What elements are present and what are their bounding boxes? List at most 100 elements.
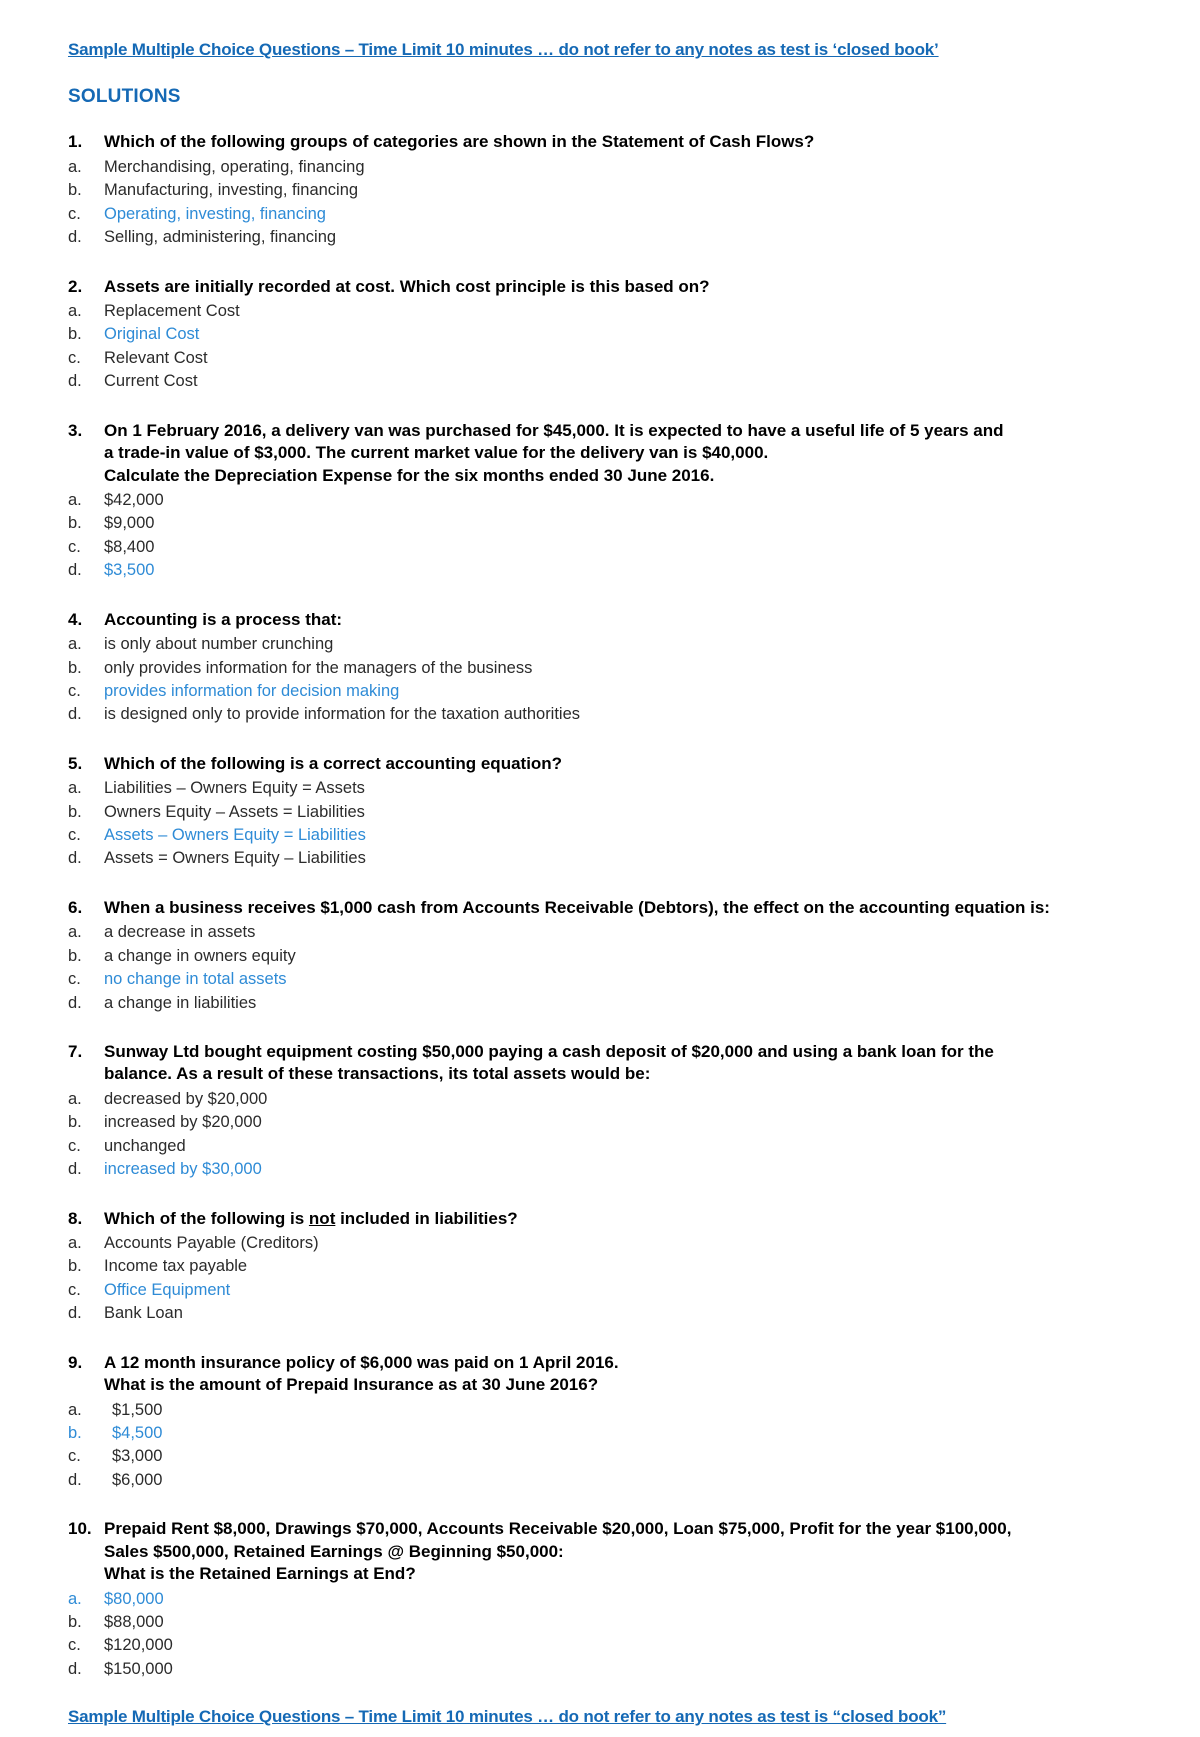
option-item[interactable]: c. unchanged: [68, 1135, 1140, 1158]
question-block: 1. Which of the following groups of categ…: [68, 131, 1140, 249]
option-correct-answer[interactable]: d. increased by $30,000: [68, 1158, 1140, 1181]
option-item[interactable]: d. is designed only to provide informatio…: [68, 703, 1140, 726]
option-item[interactable]: c. Relevant Cost: [68, 347, 1140, 370]
question-stem-line: Assets are initially recorded at cost. W…: [104, 276, 710, 296]
option-list: a. Accounts Payable (Creditors) b. Income t…: [68, 1232, 1140, 1326]
option-item[interactable]: a. is only about number crunching: [68, 633, 1140, 656]
option-item[interactable]: b. Manufacturing, investing, financing: [68, 179, 1140, 202]
option-item[interactable]: b. a change in owners equity: [68, 945, 1140, 968]
option-letter: b.: [68, 325, 82, 344]
option-letter: a.: [68, 1234, 82, 1253]
option-item[interactable]: a. decreased by $20,000: [68, 1088, 1140, 1111]
option-item[interactable]: b. $88,000: [68, 1611, 1140, 1634]
option-item[interactable]: a. Accounts Payable (Creditors): [68, 1232, 1140, 1255]
option-text: Current Cost: [104, 372, 198, 391]
option-letter: c.: [68, 681, 81, 700]
option-letter: c.: [68, 204, 81, 223]
option-item[interactable]: d. $6,000: [68, 1469, 1140, 1492]
question-stem-line: Which of the following is not included i…: [104, 1208, 1140, 1230]
option-correct-answer[interactable]: c. no change in total assets: [68, 968, 1140, 991]
option-item[interactable]: b. only provides information for the mana…: [68, 657, 1140, 680]
option-correct-answer[interactable]: c. Operating, investing, financing: [68, 203, 1140, 226]
option-text: only provides information for the manage…: [104, 658, 533, 677]
option-item[interactable]: d. Current Cost: [68, 370, 1140, 393]
option-text: a change in owners equity: [104, 946, 296, 965]
option-text: $6,000: [112, 1470, 163, 1489]
option-text: Owners Equity – Assets = Liabilities: [104, 802, 365, 821]
option-letter: b.: [68, 514, 82, 533]
option-item[interactable]: b. $9,000: [68, 512, 1140, 535]
option-correct-answer[interactable]: a. $80,000: [68, 1588, 1140, 1611]
option-item[interactable]: c. $120,000: [68, 1634, 1140, 1657]
option-letter: b.: [68, 1113, 82, 1132]
option-letter: c.: [68, 970, 81, 989]
option-text: Office Equipment: [104, 1280, 231, 1299]
question-stem-line: Which of the following is a correct acco…: [104, 753, 563, 773]
option-correct-answer[interactable]: c. Office Equipment: [68, 1279, 1140, 1302]
option-letter: d.: [68, 993, 82, 1012]
option-letter: b.: [68, 802, 82, 821]
option-correct-answer[interactable]: c. Assets – Owners Equity = Liabilities: [68, 824, 1140, 847]
option-text: Income tax payable: [104, 1257, 248, 1276]
question-stem-line: Calculate the Depreciation Expense for t…: [104, 465, 715, 485]
option-text: $42,000: [104, 490, 164, 509]
option-letter: d.: [68, 1160, 82, 1179]
option-text: $3,000: [112, 1447, 163, 1466]
option-item[interactable]: d. Bank Loan: [68, 1302, 1140, 1325]
option-letter: c.: [68, 1136, 81, 1155]
question-stem: 1. Which of the following groups of categ…: [68, 131, 1140, 153]
option-text: a change in liabilities: [104, 993, 257, 1012]
option-item[interactable]: a. $42,000: [68, 489, 1140, 512]
question-block: 2. Assets are initially recorded at cost.…: [68, 276, 1140, 394]
option-letter: d.: [68, 1470, 82, 1489]
option-letter: a.: [68, 1400, 82, 1419]
option-item[interactable]: d. Selling, administering, financing: [68, 226, 1140, 249]
option-item[interactable]: a. Merchandising, operating, financing: [68, 156, 1140, 179]
option-item[interactable]: a. a decrease in assets: [68, 921, 1140, 944]
question-stem-line: Sales $500,000, Retained Earnings @ Begi…: [104, 1541, 564, 1561]
option-letter: b.: [68, 658, 82, 677]
option-letter: a.: [68, 301, 82, 320]
option-text: increased by $20,000: [104, 1113, 262, 1132]
question-stem-line: A 12 month insurance policy of $6,000 wa…: [104, 1352, 619, 1372]
question-block: 3. On 1 February 2016, a delivery van was…: [68, 420, 1140, 583]
option-letter: d.: [68, 849, 82, 868]
option-item[interactable]: d. Assets = Owners Equity – Liabilities: [68, 847, 1140, 870]
question-stem-line: When a business receives $1,000 cash fro…: [104, 897, 1050, 917]
option-list: a. a decrease in assets b. a change in owne…: [68, 921, 1140, 1015]
option-text: $9,000: [104, 514, 155, 533]
option-item[interactable]: b. Owners Equity – Assets = Liabilities: [68, 801, 1140, 824]
option-list: a. $42,000 b. $9,000 c. $8,400 d. $3,500: [68, 489, 1140, 583]
option-correct-answer[interactable]: b. Original Cost: [68, 323, 1140, 346]
question-block: 4. Accounting is a process that: a. is only…: [68, 609, 1140, 727]
option-item[interactable]: d. a change in liabilities: [68, 992, 1140, 1015]
option-item[interactable]: b. increased by $20,000: [68, 1111, 1140, 1134]
option-text: Accounts Payable (Creditors): [104, 1234, 319, 1253]
stem-emphasis-not: not: [308, 1208, 336, 1228]
question-stem-line: Which of the following groups of categor…: [104, 132, 815, 152]
option-correct-answer[interactable]: d. $3,500: [68, 559, 1140, 582]
option-correct-answer[interactable]: b. $4,500: [68, 1422, 1140, 1445]
option-item[interactable]: d. $150,000: [68, 1658, 1140, 1681]
option-item[interactable]: c. $3,000: [68, 1445, 1140, 1468]
option-text: Original Cost: [104, 325, 200, 344]
question-text: Accounting is a process that:: [104, 609, 1140, 631]
questions-list: 1. Which of the following groups of categ…: [68, 131, 1140, 1681]
option-item[interactable]: b. Income tax payable: [68, 1255, 1140, 1278]
question-block: 7. Sunway Ltd bought equipment costing $5…: [68, 1041, 1140, 1182]
document-page: Sample Multiple Choice Questions – Time …: [0, 0, 1200, 1737]
option-letter: c.: [68, 1636, 81, 1655]
question-block: 10. Prepaid Rent $8,000, Drawings $70,000…: [68, 1518, 1140, 1681]
question-text: Prepaid Rent $8,000, Drawings $70,000, A…: [104, 1518, 1140, 1585]
option-item[interactable]: a. Liabilities – Owners Equity = Assets: [68, 777, 1140, 800]
option-text: increased by $30,000: [104, 1160, 262, 1179]
option-item[interactable]: a. Replacement Cost: [68, 300, 1140, 323]
option-item[interactable]: c. $8,400: [68, 536, 1140, 559]
option-letter: d.: [68, 1659, 82, 1678]
option-text: $150,000: [104, 1659, 173, 1678]
option-correct-answer[interactable]: c. provides information for decision maki…: [68, 680, 1140, 703]
stem-prefix: Which of the following is: [104, 1208, 309, 1228]
question-number: 7.: [68, 1042, 83, 1062]
option-item[interactable]: a. $1,500: [68, 1399, 1140, 1422]
option-text: $120,000: [104, 1636, 173, 1655]
